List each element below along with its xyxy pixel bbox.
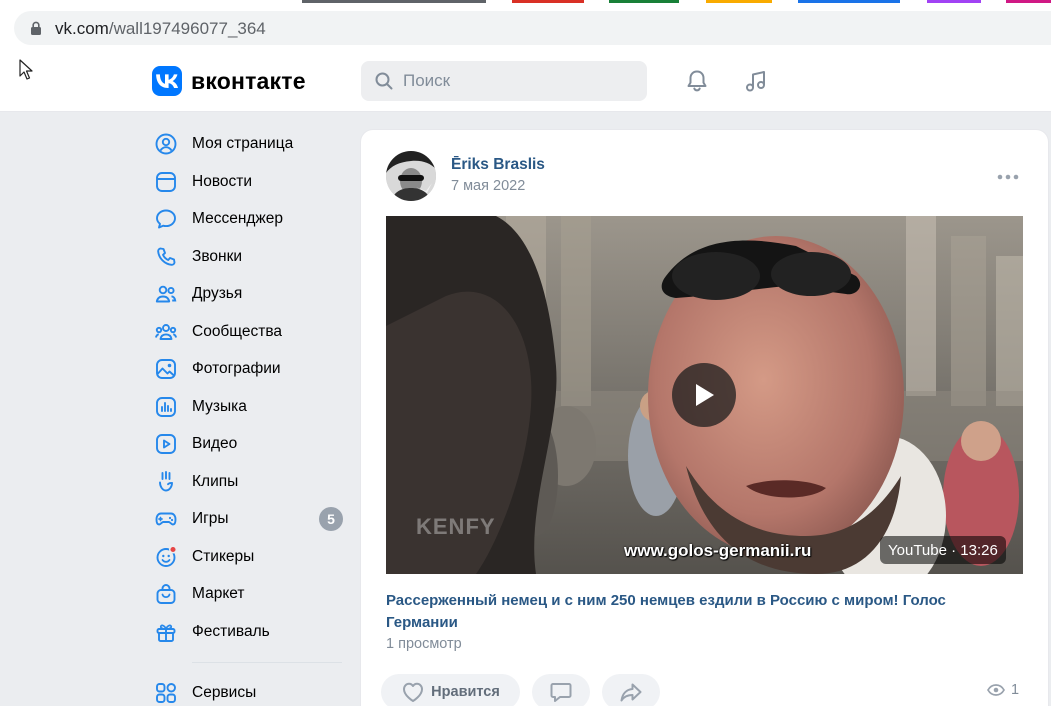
sidebar-item-calls[interactable]: Звонки [148, 238, 348, 276]
author-avatar[interactable] [386, 151, 436, 201]
sidebar-item-communities[interactable]: Сообщества [148, 313, 348, 351]
comment-icon [550, 683, 572, 702]
sidebar-item-services[interactable]: Сервисы [148, 674, 348, 706]
mouse-cursor-icon [19, 59, 33, 80]
share-button[interactable] [602, 674, 660, 706]
music-note-icon [746, 71, 765, 92]
more-options-icon[interactable] [997, 173, 1019, 181]
eye-icon [987, 684, 1005, 696]
sidebar-divider [192, 662, 342, 663]
sidebar-item-festival[interactable]: Фестиваль [148, 613, 348, 651]
video-icon [156, 434, 176, 454]
message-icon [156, 209, 176, 229]
stickers-icon [156, 544, 178, 567]
search-icon [375, 72, 393, 90]
phone-icon [157, 247, 176, 266]
games-count-badge: 5 [319, 507, 343, 531]
left-sidebar: Моя страница Новости Мессенджер Звонки Д… [148, 125, 348, 650]
lock-icon[interactable] [30, 21, 42, 35]
sidebar-item-messenger[interactable]: Мессенджер [148, 200, 348, 238]
comment-button[interactable] [532, 674, 590, 706]
wall-post-card: Ēriks Braslis 7 мая 2022 KENFY www.golos… [361, 130, 1048, 706]
url-text: vk.com/wall197496077_364 [55, 19, 266, 38]
sidebar-item-friends[interactable]: Друзья [148, 275, 348, 313]
vk-header: вконтакте [0, 50, 1051, 112]
clips-icon [159, 470, 173, 491]
sidebar-item-video[interactable]: Видео [148, 425, 348, 463]
notifications-button[interactable] [682, 66, 712, 96]
sidebar-item-clips[interactable]: Клипы [148, 463, 348, 501]
bell-icon [687, 70, 707, 92]
sidebar-item-news[interactable]: Новости [148, 163, 348, 201]
sidebar-item-music[interactable]: Музыка [148, 388, 348, 426]
vk-logo-icon [152, 66, 182, 96]
sidebar-item-photos[interactable]: Фотографии [148, 350, 348, 388]
like-button[interactable]: Нравится [381, 674, 520, 706]
search-box[interactable] [361, 61, 647, 101]
share-icon [620, 683, 642, 702]
play-icon [696, 384, 714, 406]
video-duration-badge: YouTube · 13:26 [880, 536, 1006, 564]
sidebar-item-stickers[interactable]: Стикеры [148, 538, 348, 576]
games-icon [155, 512, 177, 526]
music-icon [156, 396, 176, 417]
sidebar-item-market[interactable]: Маркет [148, 575, 348, 613]
video-views-text: 1 просмотр [386, 636, 462, 652]
play-button[interactable] [672, 363, 736, 427]
vk-logo[interactable]: вконтакте [152, 66, 306, 96]
sidebar-item-my-page[interactable]: Моя страница [148, 125, 348, 163]
photos-icon [156, 359, 176, 379]
festival-icon [156, 624, 176, 642]
music-player-button[interactable] [741, 66, 771, 96]
heart-icon [403, 682, 424, 702]
post-view-count: 1 [987, 682, 1019, 698]
post-author-name[interactable]: Ēriks Braslis [451, 156, 545, 174]
friends-icon [155, 285, 177, 303]
video-title-link[interactable]: Рассерженный немец и с ним 250 немцев ез… [386, 590, 1006, 634]
browser-address-bar: vk.com/wall197496077_364 [0, 6, 1051, 50]
sidebar-item-games[interactable]: Игры 5 [148, 500, 348, 538]
post-date[interactable]: 7 мая 2022 [451, 178, 525, 194]
video-player[interactable]: KENFY www.golos-germanii.ru YouTube · 13… [386, 216, 1023, 574]
profile-icon [155, 133, 177, 155]
video-channel-mark: KENFY [416, 514, 496, 539]
vk-logo-text: вконтакте [191, 67, 306, 94]
market-icon [156, 584, 176, 604]
video-watermark: www.golos-germanii.ru [624, 541, 812, 560]
search-input[interactable] [403, 61, 633, 101]
url-field[interactable]: vk.com/wall197496077_364 [14, 11, 1051, 45]
services-icon [156, 683, 176, 703]
communities-icon [155, 323, 177, 340]
post-actions: Нравится [381, 674, 672, 706]
news-icon [156, 171, 176, 192]
